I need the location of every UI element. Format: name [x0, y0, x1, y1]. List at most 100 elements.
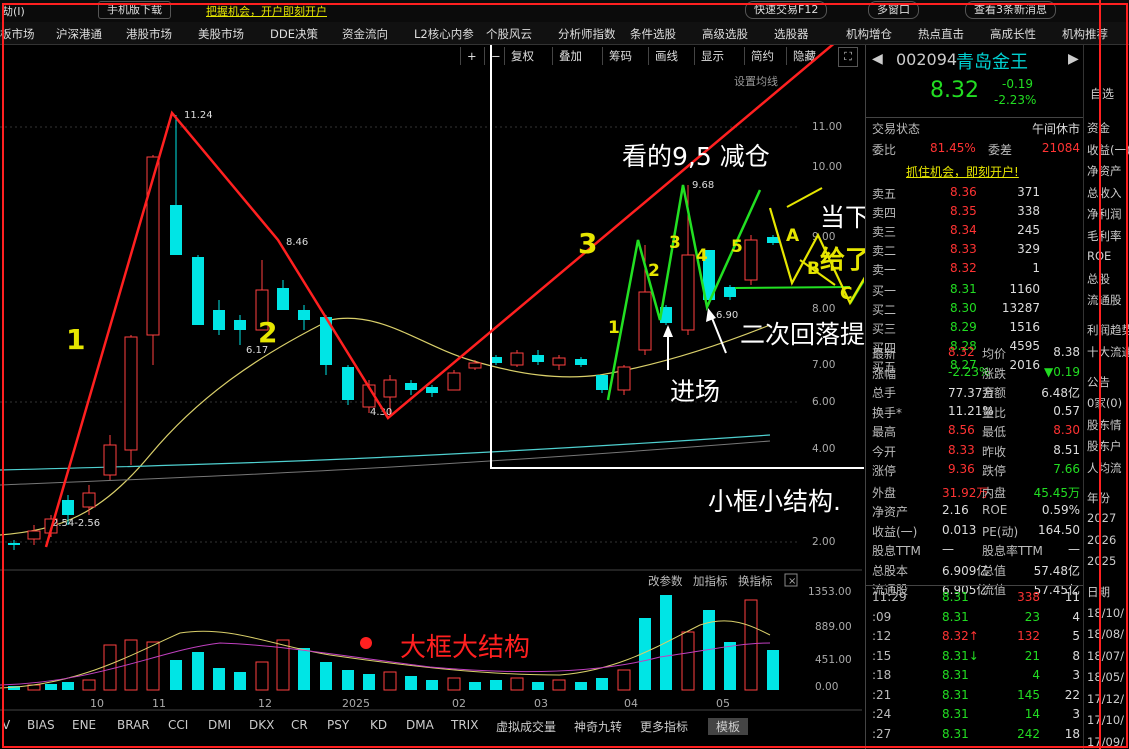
nav-item[interactable]: 分析师指数: [558, 26, 616, 42]
side-label: 收益(一): [1087, 142, 1129, 157]
candle-body: [617, 366, 631, 391]
indicator-tab[interactable]: BRAR: [117, 718, 150, 732]
fast-trade-button[interactable]: 快速交易F12: [745, 1, 828, 19]
wave-label-3: 3: [578, 227, 598, 260]
indicator-tab[interactable]: BIAS: [27, 718, 55, 732]
next-stock-icon[interactable]: ▶: [1068, 51, 1079, 67]
wave-label-2: 2: [258, 316, 278, 349]
indicator-tab[interactable]: ENE: [72, 718, 96, 732]
stat-row: 涨幅 -2.23% 涨跌 ▼0.19: [872, 365, 1080, 384]
fund-label: 内盘: [982, 485, 1007, 500]
vol-tick: 451.00: [815, 654, 852, 666]
candle-body: [383, 379, 397, 398]
volume-bar: [596, 678, 608, 690]
candle-body: [298, 310, 310, 320]
indicator-tab[interactable]: DKX: [249, 718, 274, 732]
side-label: 17/10/: [1087, 713, 1125, 727]
multi-window-button[interactable]: 多窗口: [868, 1, 919, 19]
candle-body: [103, 444, 117, 476]
mark-968: 9.68: [692, 180, 714, 191]
indicator-tab[interactable]: DMI: [208, 718, 231, 732]
stat-value: 6.48亿: [1041, 386, 1080, 400]
bid-label: 买二: [872, 303, 897, 317]
volume-bar: [490, 680, 502, 690]
news-button[interactable]: 查看3条新消息: [965, 1, 1056, 19]
promo-link[interactable]: 把握机会，开户即刻开户: [206, 3, 327, 19]
quote-panel: ◀ 002094 青岛金王 ▶ 8.32 -0.19 -2.23% 交易状态 午间…: [865, 45, 1084, 749]
side-label: 利润趋势: [1087, 323, 1129, 337]
indicator-tab[interactable]: 虚拟成交量: [496, 718, 556, 735]
account-promo-link[interactable]: 抓住机会，即刻开户!: [906, 163, 1019, 180]
top-bar: 劫(I) 手机版下载 把握机会，开户即刻开户 快速交易F12 多窗口 查看3条新…: [0, 0, 1129, 23]
nav-item[interactable]: 港股市场: [126, 26, 172, 42]
volume-toolbar: 改参数 加指标 换指标: [648, 574, 773, 588]
tick-count: 22: [1064, 687, 1080, 702]
mobile-download-button[interactable]: 手机版下载: [98, 1, 171, 19]
change-params-link: 改参数: [648, 574, 683, 588]
stat-value: 0.57: [1053, 403, 1080, 418]
far-right-panel: 自选 资金收益(一)净资产总收入净利润毛利率ROE总股流通股利润趋势十大流通公告…: [1083, 45, 1129, 749]
nav-item[interactable]: 选股器: [774, 26, 809, 42]
yellow-pointer: [786, 187, 823, 208]
ask-label: 卖二: [872, 244, 897, 258]
nav-item[interactable]: DDE决策: [270, 26, 318, 42]
side-label: 2026: [1087, 532, 1117, 547]
bid-label: 买一: [872, 284, 897, 298]
ask-volume: 338: [1017, 204, 1040, 218]
candle-body: [146, 156, 160, 336]
indicator-tab[interactable]: TRIX: [451, 718, 478, 732]
prev-stock-icon[interactable]: ◀: [872, 51, 883, 67]
tick-volume: 338: [1017, 590, 1040, 604]
sub-wave-3: 3: [669, 233, 681, 253]
nav-item[interactable]: 条件选股: [630, 26, 676, 42]
tick-row: :18 8.31 4 3: [872, 668, 1080, 687]
side-label: 股东情: [1087, 417, 1122, 432]
candle-body: [468, 362, 482, 369]
tick-time: :18: [872, 668, 892, 682]
nav-item[interactable]: 板市场: [0, 26, 35, 42]
watchlist-button[interactable]: 自选: [1090, 85, 1114, 102]
price-tick: 11.00: [812, 121, 842, 133]
tick-time: :21: [872, 687, 892, 702]
stat-label: 均价: [982, 347, 1007, 361]
nav-item[interactable]: 高成长性: [990, 26, 1036, 42]
fund-value: 0.013: [942, 522, 977, 537]
ask-row: 卖五 8.36 371: [872, 185, 1080, 204]
tick-time: :09: [872, 609, 892, 624]
nav-item[interactable]: 机构推荐: [1062, 26, 1108, 42]
mark-start: 2.54-2.56: [52, 518, 100, 529]
tick-price: 8.31: [942, 590, 969, 604]
indicator-tab[interactable]: V: [2, 718, 10, 732]
note-small-frame: 小框小结构.: [708, 487, 841, 516]
ask-price: 8.32: [950, 261, 977, 275]
nav-item[interactable]: 沪深港通: [56, 26, 102, 42]
nav-item[interactable]: 资金流向: [342, 26, 388, 42]
indicator-tab-template[interactable]: 模板: [708, 718, 749, 735]
stat-label: 最低: [982, 425, 1007, 439]
indicator-tab[interactable]: CCI: [168, 718, 188, 732]
nav-item[interactable]: 个股风云: [486, 26, 532, 42]
nav-item[interactable]: 机构增仓: [846, 26, 892, 42]
indicator-tab[interactable]: DMA: [406, 718, 434, 732]
ask-label: 卖四: [872, 206, 897, 220]
candle-body: [170, 205, 182, 255]
indicator-tab[interactable]: CR: [291, 718, 308, 732]
time-tick: 04: [624, 697, 638, 710]
ask-price: 8.34: [950, 223, 977, 237]
indicator-tab[interactable]: 神奇九转: [574, 718, 622, 735]
side-label: 流通股: [1087, 293, 1122, 307]
nav-item[interactable]: L2核心内参: [414, 26, 474, 42]
nav-item[interactable]: 热点直击: [918, 26, 964, 42]
candle-body: [8, 543, 20, 545]
indicator-tab[interactable]: PSY: [327, 718, 349, 732]
side-label: 18/08/: [1087, 627, 1125, 641]
fund-label: ROE: [982, 503, 1008, 517]
stat-label: 跌停: [982, 464, 1007, 478]
tick-row: :27 8.31 242 18: [872, 727, 1080, 746]
nav-item[interactable]: 美股市场: [198, 26, 244, 42]
indicator-tab[interactable]: KD: [370, 718, 387, 732]
candle-body: [596, 375, 608, 390]
indicator-tab[interactable]: 更多指标: [640, 718, 688, 735]
candles: [8, 115, 779, 550]
nav-item[interactable]: 高级选股: [702, 26, 748, 42]
